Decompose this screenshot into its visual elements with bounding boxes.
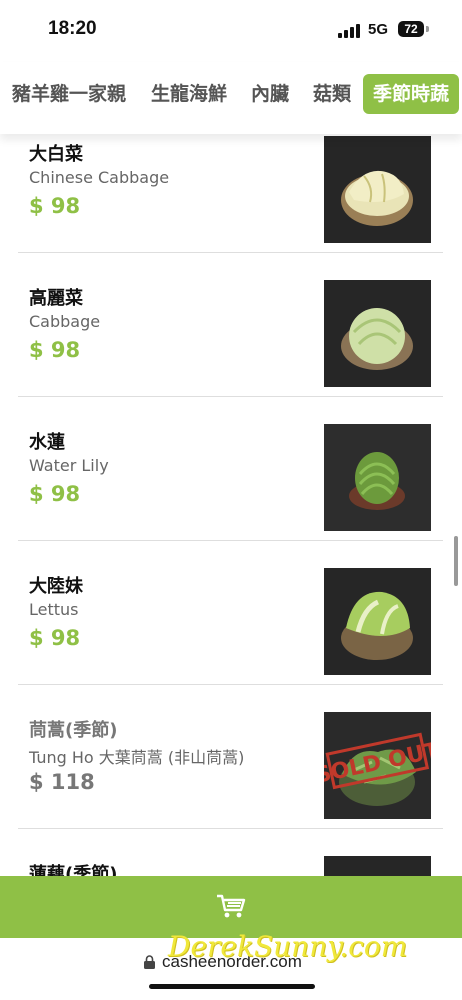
chinese-cabbage-photo bbox=[324, 136, 431, 243]
item-price: $ 98 bbox=[29, 194, 81, 218]
item-english-name: Chinese Cabbage bbox=[29, 168, 170, 187]
menu-item[interactable]: 茼蒿(季節) Tung Ho 大葉茼蒿 (非山茼蒿) $ 118 SOLD OU… bbox=[18, 684, 443, 829]
item-name: 水蓮 bbox=[29, 432, 65, 453]
item-price: $ 98 bbox=[29, 626, 81, 650]
menu-item[interactable]: 水蓮 Water Lily $ 98 bbox=[18, 396, 443, 541]
home-indicator[interactable] bbox=[149, 984, 315, 989]
cabbage-photo bbox=[324, 280, 431, 387]
item-price: $ 98 bbox=[29, 482, 81, 506]
item-english-name: Cabbage bbox=[29, 312, 101, 331]
battery-tip bbox=[426, 26, 429, 32]
scrollbar[interactable] bbox=[454, 536, 458, 586]
network-label: 5G bbox=[368, 21, 389, 38]
item-price: $ 98 bbox=[29, 338, 81, 362]
watermark: DerekSunny.com bbox=[168, 930, 408, 963]
tab-offal[interactable]: 內臟 bbox=[251, 74, 289, 114]
item-english-name: Water Lily bbox=[29, 456, 109, 475]
menu-item[interactable]: 大陸妹 Lettus $ 98 bbox=[18, 540, 443, 685]
status-bar: 18:20 5G 72 bbox=[0, 0, 462, 62]
item-price: $ 118 bbox=[29, 770, 95, 794]
tab-mushrooms[interactable]: 菇類 bbox=[313, 74, 351, 114]
item-english-name: Tung Ho 大葉茼蒿 (非山茼蒿) bbox=[29, 748, 245, 767]
cart-icon bbox=[217, 894, 246, 918]
status-time: 18:20 bbox=[48, 18, 97, 39]
item-name: 大陸妹 bbox=[29, 576, 83, 597]
category-tabs: 豬羊雞一家親 生龍海鮮 內臟 菇類 季節時蔬 bbox=[0, 62, 462, 134]
item-name: 茼蒿(季節) bbox=[29, 720, 118, 741]
tab-seafood[interactable]: 生龍海鮮 bbox=[151, 74, 227, 114]
lettuce-photo bbox=[324, 568, 431, 675]
tab-seasonal-vegetables[interactable]: 季節時蔬 bbox=[363, 74, 460, 114]
water-lily-photo bbox=[324, 424, 431, 531]
tung-ho-photo: SOLD OUT bbox=[324, 712, 431, 819]
tab-pork-lamb-chicken[interactable]: 豬羊雞一家親 bbox=[12, 74, 126, 114]
lock-icon bbox=[144, 955, 155, 969]
cart-button[interactable] bbox=[0, 876, 462, 938]
signal-icon bbox=[338, 24, 362, 38]
item-english-name: Lettus bbox=[29, 600, 79, 619]
item-name: 高麗菜 bbox=[29, 288, 83, 309]
battery-icon: 72 bbox=[398, 21, 424, 37]
menu-item[interactable]: 高麗菜 Cabbage $ 98 bbox=[18, 252, 443, 397]
item-name: 大白菜 bbox=[29, 144, 83, 165]
